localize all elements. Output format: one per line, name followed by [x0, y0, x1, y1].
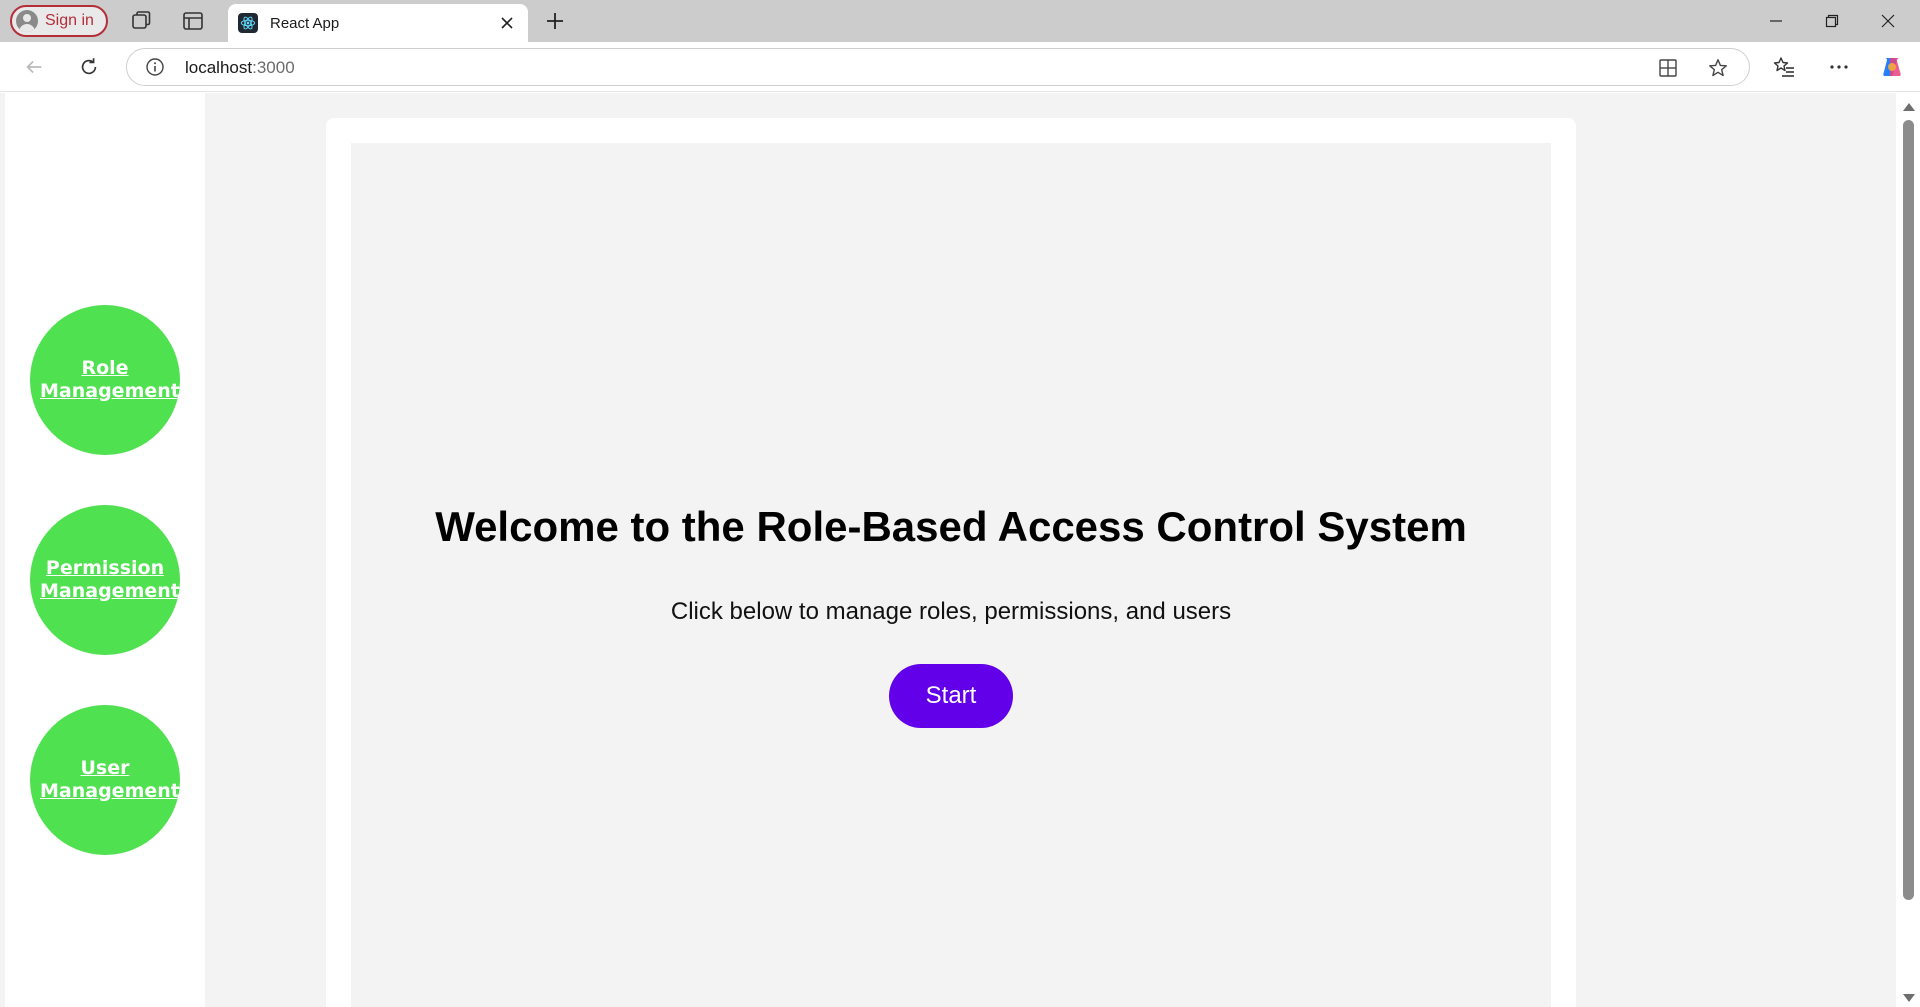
scroll-thumb[interactable]	[1903, 120, 1914, 900]
welcome-panel: Welcome to the Role-Based Access Control…	[351, 143, 1551, 1007]
tab-title: React App	[270, 14, 340, 32]
copilot-icon[interactable]	[1879, 54, 1905, 80]
nav-permission-management[interactable]: Permission Management	[30, 505, 180, 655]
page-viewport: Role Management Permission Management User…	[0, 93, 1920, 1007]
nav-label-line2: Management	[40, 780, 180, 802]
nav-label-line1: Permission	[45, 557, 165, 579]
address-bar[interactable]: localhost:3000	[126, 48, 1750, 86]
nav-label-line1: User	[80, 757, 130, 779]
favorite-star-icon[interactable]	[1707, 57, 1729, 79]
url-host: localhost	[185, 58, 253, 77]
app-install-icon[interactable]	[1657, 57, 1679, 79]
nav-role-management[interactable]: Role Management	[30, 305, 180, 455]
page-title: Welcome to the Role-Based Access Control…	[435, 503, 1467, 550]
back-arrow-icon[interactable]	[21, 54, 47, 80]
browser-toolbar: localhost:3000	[0, 42, 1920, 92]
page-subtitle: Click below to manage roles, permissions…	[670, 598, 1232, 625]
nav-user-management-link[interactable]: User Management	[40, 757, 180, 803]
nav-user-management[interactable]: User Management	[30, 705, 180, 855]
nav-label-line2: Management	[40, 580, 180, 602]
vertical-tabs-icon[interactable]	[181, 9, 205, 33]
react-favicon-icon	[238, 13, 258, 33]
nav-label-line1: Role	[81, 357, 129, 379]
nav-permission-management-link[interactable]: Permission Management	[40, 557, 180, 603]
scroll-down-arrow-icon[interactable]	[1903, 994, 1915, 1002]
nav-label-line2: Management	[40, 380, 180, 402]
favorites-list-icon[interactable]	[1771, 54, 1797, 80]
tab-close-icon[interactable]	[498, 14, 516, 32]
signin-label: Sign in	[45, 12, 94, 29]
url-text: localhost:3000	[185, 58, 295, 78]
refresh-icon[interactable]	[76, 54, 102, 80]
close-window-icon[interactable]	[1860, 0, 1916, 42]
minimize-icon[interactable]	[1748, 0, 1804, 42]
restore-icon[interactable]	[1804, 0, 1860, 42]
tab-react-app[interactable]: React App	[228, 4, 528, 42]
nav-role-management-link[interactable]: Role Management	[40, 357, 180, 403]
url-port: :3000	[252, 58, 295, 77]
start-button[interactable]: Start	[889, 664, 1013, 728]
browser-tab-strip: Sign in React App	[0, 0, 1920, 42]
sidebar: Role Management Permission Management User…	[5, 93, 205, 1007]
profile-avatar-icon	[16, 10, 38, 32]
welcome-card: Welcome to the Role-Based Access Control…	[326, 118, 1576, 1007]
site-info-icon[interactable]	[145, 57, 165, 77]
workspaces-icon[interactable]	[129, 9, 153, 33]
new-tab-icon[interactable]	[543, 9, 567, 33]
scroll-up-arrow-icon[interactable]	[1903, 103, 1915, 111]
profile-signin-button[interactable]: Sign in	[10, 5, 108, 37]
more-menu-icon[interactable]	[1826, 54, 1852, 80]
vertical-scrollbar[interactable]	[1896, 93, 1920, 1007]
